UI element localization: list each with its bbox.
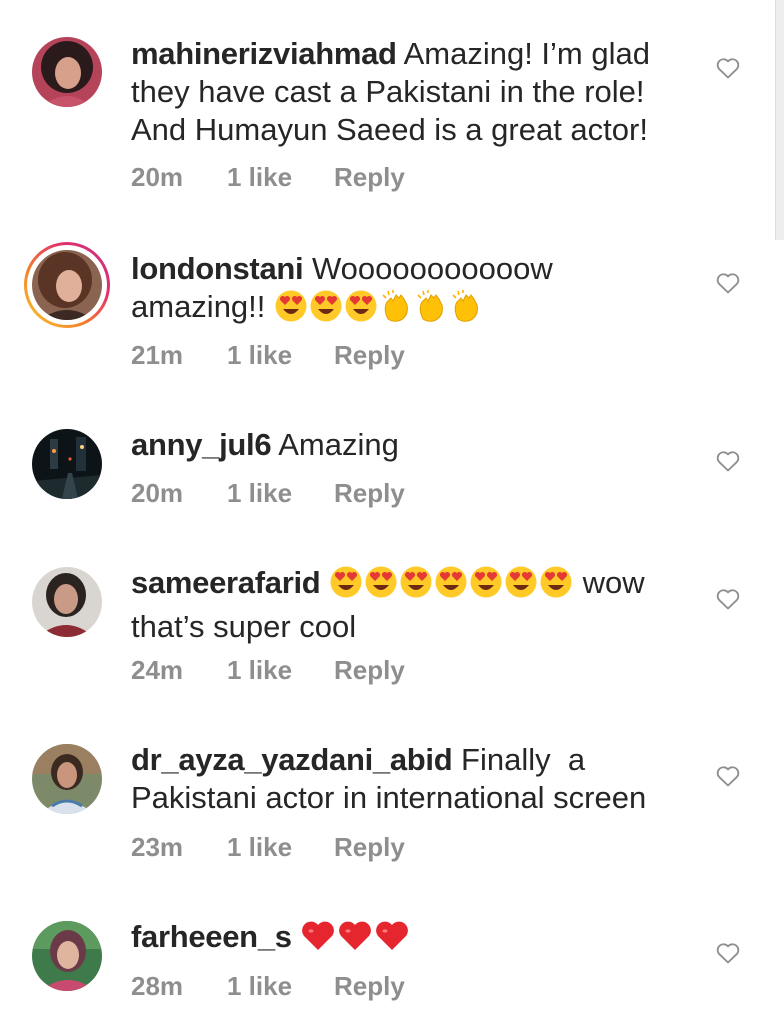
avatar[interactable] bbox=[32, 250, 102, 320]
reply-button[interactable]: Reply bbox=[334, 655, 405, 686]
comment-likes[interactable]: 1 like bbox=[227, 655, 292, 686]
reply-button[interactable]: Reply bbox=[334, 478, 405, 509]
comment-username[interactable]: mahinerizviahmad bbox=[131, 36, 397, 71]
comment-body: Amazing bbox=[278, 427, 399, 462]
emoji-row bbox=[300, 919, 411, 954]
comment-likes[interactable]: 1 like bbox=[227, 340, 292, 371]
comment-time: 20m bbox=[131, 478, 184, 508]
emoji-row bbox=[274, 289, 484, 324]
avatar[interactable] bbox=[32, 429, 102, 499]
heart-eyes-emoji bbox=[504, 565, 538, 608]
heart-eyes-emoji bbox=[399, 565, 433, 608]
red-heart-emoji bbox=[374, 919, 410, 962]
reply-button[interactable]: Reply bbox=[334, 971, 405, 1002]
heart-eyes-emoji bbox=[274, 289, 308, 332]
heart-eyes-emoji bbox=[329, 565, 363, 608]
avatar[interactable] bbox=[32, 567, 102, 637]
comment-text: dr_ayza_yazdani_abid Finally a Pakistani… bbox=[131, 741, 691, 817]
comment-likes[interactable]: 1 like bbox=[227, 971, 292, 1002]
red-heart-emoji bbox=[337, 919, 373, 962]
clapping-hands-emoji bbox=[379, 289, 413, 332]
comment-username[interactable]: londonstani bbox=[131, 251, 304, 286]
heart-outline-icon[interactable] bbox=[716, 942, 740, 964]
comment-text: farheeen_s bbox=[131, 918, 691, 962]
heart-eyes-emoji bbox=[539, 565, 573, 608]
heart-eyes-emoji bbox=[344, 289, 378, 332]
comment-text: anny_jul6 Amazing bbox=[131, 426, 691, 464]
comment-username[interactable]: anny_jul6 bbox=[131, 427, 272, 462]
comment-time: 23m bbox=[131, 832, 184, 862]
red-heart-emoji bbox=[300, 919, 336, 962]
comment-likes[interactable]: 1 like bbox=[227, 162, 292, 193]
heart-outline-icon[interactable] bbox=[716, 450, 740, 472]
heart-outline-icon[interactable] bbox=[716, 57, 740, 79]
clapping-hands-emoji bbox=[414, 289, 448, 332]
reply-button[interactable]: Reply bbox=[334, 340, 405, 371]
avatar[interactable] bbox=[32, 37, 102, 107]
comment-likes[interactable]: 1 like bbox=[227, 832, 292, 863]
comment-text: londonstani Wooooooooooow amazing!! bbox=[131, 250, 691, 332]
comment-time: 28m bbox=[131, 971, 184, 1001]
comment-username[interactable]: farheeen_s bbox=[131, 919, 292, 954]
comment-likes[interactable]: 1 like bbox=[227, 478, 292, 509]
comment-time: 24m bbox=[131, 655, 184, 685]
comment-text: sameerafarid wow that’s super cool bbox=[131, 564, 691, 646]
comment-username[interactable]: dr_ayza_yazdani_abid bbox=[131, 742, 453, 777]
comment-time: 21m bbox=[131, 340, 184, 370]
reply-button[interactable]: Reply bbox=[334, 162, 405, 193]
avatar[interactable] bbox=[32, 921, 102, 991]
comment-text: mahinerizviahmad Amazing! I’m glad they … bbox=[131, 35, 691, 149]
heart-eyes-emoji bbox=[364, 565, 398, 608]
scrollbar[interactable] bbox=[775, 0, 784, 240]
heart-outline-icon[interactable] bbox=[716, 765, 740, 787]
clapping-hands-emoji bbox=[449, 289, 483, 332]
comment-time: 20m bbox=[131, 162, 184, 192]
heart-eyes-emoji bbox=[309, 289, 343, 332]
heart-eyes-emoji bbox=[434, 565, 468, 608]
avatar[interactable] bbox=[32, 744, 102, 814]
emoji-row bbox=[329, 565, 583, 600]
heart-outline-icon[interactable] bbox=[716, 272, 740, 294]
reply-button[interactable]: Reply bbox=[334, 832, 405, 863]
comment-username[interactable]: sameerafarid bbox=[131, 565, 321, 600]
heart-eyes-emoji bbox=[469, 565, 503, 608]
heart-outline-icon[interactable] bbox=[716, 588, 740, 610]
